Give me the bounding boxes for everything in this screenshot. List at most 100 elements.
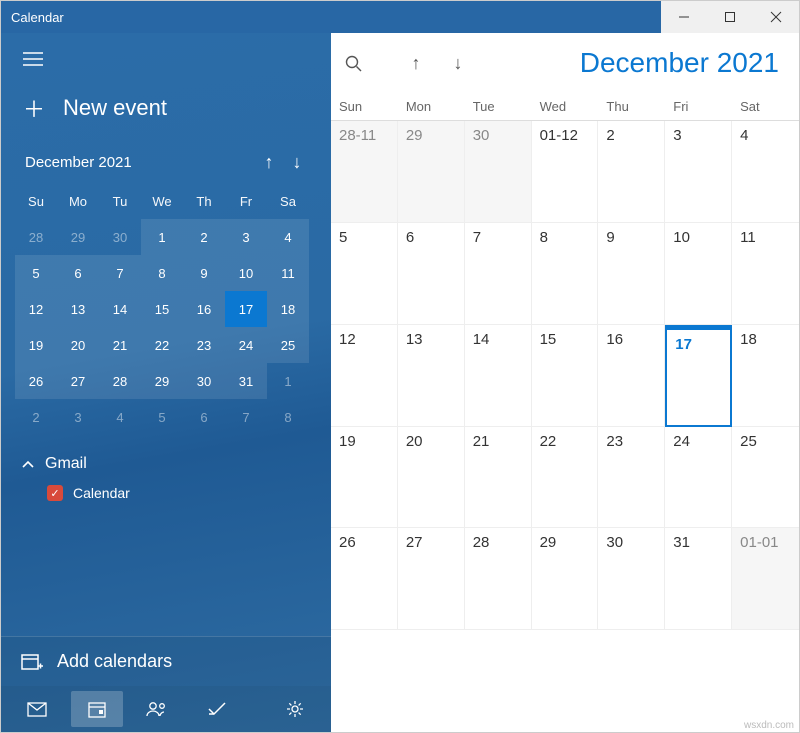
people-button[interactable] bbox=[131, 691, 183, 727]
mini-day-cell[interactable]: 13 bbox=[57, 291, 99, 327]
mini-day-cell[interactable]: 3 bbox=[57, 399, 99, 435]
mini-day-cell[interactable]: 1 bbox=[267, 363, 309, 399]
grid-day-cell[interactable]: 30 bbox=[465, 121, 532, 223]
mini-day-cell[interactable]: 6 bbox=[183, 399, 225, 435]
mini-day-cell[interactable]: 20 bbox=[57, 327, 99, 363]
mini-day-cell[interactable]: 25 bbox=[267, 327, 309, 363]
grid-day-cell[interactable]: 01-12 bbox=[532, 121, 599, 223]
grid-day-cell[interactable]: 31 bbox=[665, 528, 732, 630]
mini-day-cell[interactable]: 10 bbox=[225, 255, 267, 291]
mini-day-cell[interactable]: 28 bbox=[99, 363, 141, 399]
close-button[interactable] bbox=[753, 1, 799, 33]
grid-day-cell[interactable]: 4 bbox=[732, 121, 799, 223]
mini-day-cell[interactable]: 5 bbox=[141, 399, 183, 435]
grid-day-cell[interactable]: 9 bbox=[598, 223, 665, 325]
mini-day-cell[interactable]: 8 bbox=[267, 399, 309, 435]
grid-day-cell[interactable]: 12 bbox=[331, 325, 398, 427]
mini-day-head: Su bbox=[15, 183, 57, 219]
mini-day-cell[interactable]: 23 bbox=[183, 327, 225, 363]
settings-button[interactable] bbox=[269, 691, 321, 727]
mini-day-cell[interactable]: 28 bbox=[15, 219, 57, 255]
mini-day-cell[interactable]: 18 bbox=[267, 291, 309, 327]
mini-day-cell[interactable]: 8 bbox=[141, 255, 183, 291]
minimize-button[interactable] bbox=[661, 1, 707, 33]
grid-day-cell[interactable]: 10 bbox=[665, 223, 732, 325]
todo-button[interactable] bbox=[191, 691, 243, 727]
mini-day-cell[interactable]: 31 bbox=[225, 363, 267, 399]
mini-day-cell[interactable]: 7 bbox=[99, 255, 141, 291]
grid-day-cell[interactable]: 3 bbox=[665, 121, 732, 223]
grid-day-cell[interactable]: 5 bbox=[331, 223, 398, 325]
mini-prev-button[interactable]: ↑ bbox=[255, 152, 283, 173]
account-label: Gmail bbox=[45, 455, 87, 473]
mini-day-cell[interactable]: 17 bbox=[225, 291, 267, 327]
search-button[interactable] bbox=[345, 55, 387, 72]
mini-day-cell[interactable]: 21 bbox=[99, 327, 141, 363]
mini-day-cell[interactable]: 6 bbox=[57, 255, 99, 291]
calendar-button[interactable] bbox=[71, 691, 123, 727]
grid-day-cell[interactable]: 2 bbox=[598, 121, 665, 223]
mini-day-cell[interactable]: 4 bbox=[267, 219, 309, 255]
grid-day-cell[interactable]: 19 bbox=[331, 427, 398, 529]
mini-day-cell[interactable]: 30 bbox=[99, 219, 141, 255]
grid-day-cell[interactable]: 27 bbox=[398, 528, 465, 630]
grid-day-cell[interactable]: 7 bbox=[465, 223, 532, 325]
mini-day-cell[interactable]: 7 bbox=[225, 399, 267, 435]
mini-next-button[interactable]: ↓ bbox=[283, 152, 311, 173]
mini-day-cell[interactable]: 12 bbox=[15, 291, 57, 327]
mail-button[interactable] bbox=[11, 691, 63, 727]
grid-day-cell[interactable]: 28 bbox=[465, 528, 532, 630]
mini-day-cell[interactable]: 29 bbox=[141, 363, 183, 399]
mini-day-cell[interactable]: 2 bbox=[15, 399, 57, 435]
prev-month-button[interactable]: ↑ bbox=[395, 53, 437, 74]
mini-day-cell[interactable]: 1 bbox=[141, 219, 183, 255]
grid-day-cell[interactable]: 8 bbox=[532, 223, 599, 325]
grid-day-cell[interactable]: 01-01 bbox=[732, 528, 799, 630]
mini-day-cell[interactable]: 15 bbox=[141, 291, 183, 327]
grid-day-cell[interactable]: 20 bbox=[398, 427, 465, 529]
mini-day-cell[interactable]: 26 bbox=[15, 363, 57, 399]
mini-day-cell[interactable]: 14 bbox=[99, 291, 141, 327]
mini-day-cell[interactable]: 5 bbox=[15, 255, 57, 291]
grid-day-cell[interactable]: 15 bbox=[532, 325, 599, 427]
grid-day-cell[interactable]: 18 bbox=[732, 325, 799, 427]
calendar-icon bbox=[88, 701, 106, 718]
mini-day-cell[interactable]: 9 bbox=[183, 255, 225, 291]
grid-day-cell[interactable]: 29 bbox=[532, 528, 599, 630]
hamburger-button[interactable] bbox=[19, 45, 47, 73]
new-event-button[interactable]: ＋ New event bbox=[19, 78, 313, 144]
grid-day-cell[interactable]: 13 bbox=[398, 325, 465, 427]
grid-day-cell[interactable]: 28-11 bbox=[331, 121, 398, 223]
mini-day-cell[interactable]: 19 bbox=[15, 327, 57, 363]
grid-day-cell[interactable]: 30 bbox=[598, 528, 665, 630]
add-calendars-button[interactable]: Add calendars bbox=[1, 636, 331, 686]
grid-day-cell[interactable]: 11 bbox=[732, 223, 799, 325]
next-month-button[interactable]: ↓ bbox=[437, 53, 479, 74]
mini-day-cell[interactable]: 29 bbox=[57, 219, 99, 255]
mini-day-cell[interactable]: 22 bbox=[141, 327, 183, 363]
grid-day-cell[interactable]: 23 bbox=[598, 427, 665, 529]
grid-day-cell[interactable]: 6 bbox=[398, 223, 465, 325]
grid-day-cell[interactable]: 16 bbox=[598, 325, 665, 427]
grid-day-cell[interactable]: 24 bbox=[665, 427, 732, 529]
mini-day-cell[interactable]: 11 bbox=[267, 255, 309, 291]
grid-day-cell[interactable]: 29 bbox=[398, 121, 465, 223]
mini-day-cell[interactable]: 16 bbox=[183, 291, 225, 327]
mini-day-cell[interactable]: 24 bbox=[225, 327, 267, 363]
grid-day-cell[interactable]: 17 bbox=[665, 325, 732, 427]
mini-day-cell[interactable]: 2 bbox=[183, 219, 225, 255]
mini-day-cell[interactable]: 30 bbox=[183, 363, 225, 399]
maximize-button[interactable] bbox=[707, 1, 753, 33]
month-grid: SunMonTueWedThuFriSat28-11293001-1223456… bbox=[331, 93, 799, 732]
grid-day-cell[interactable]: 25 bbox=[732, 427, 799, 529]
grid-day-cell[interactable]: 21 bbox=[465, 427, 532, 529]
grid-day-cell[interactable]: 14 bbox=[465, 325, 532, 427]
plus-icon: ＋ bbox=[23, 92, 45, 124]
mini-day-cell[interactable]: 4 bbox=[99, 399, 141, 435]
grid-day-cell[interactable]: 22 bbox=[532, 427, 599, 529]
account-toggle[interactable]: Gmail bbox=[1, 441, 331, 479]
mini-day-cell[interactable]: 27 bbox=[57, 363, 99, 399]
calendar-list-item[interactable]: ✓ Calendar bbox=[1, 479, 331, 505]
mini-day-cell[interactable]: 3 bbox=[225, 219, 267, 255]
grid-day-cell[interactable]: 26 bbox=[331, 528, 398, 630]
